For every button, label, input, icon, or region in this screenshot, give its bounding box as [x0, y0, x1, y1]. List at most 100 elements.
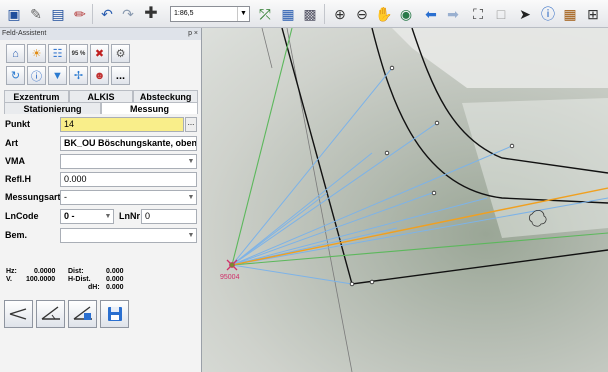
dh-label: dH: [88, 284, 100, 291]
row-bem: Bem. ▼ [4, 227, 198, 244]
scale-value: 1:86,5 [174, 10, 194, 17]
dist-value: 0.000 [106, 268, 124, 275]
back-icon[interactable]: ⬅ [421, 4, 441, 24]
tab-exzentrum[interactable]: Exzentrum [4, 90, 69, 102]
percent-badge-icon[interactable]: 95 % [69, 44, 88, 63]
tab-absteckung[interactable]: Absteckung [133, 90, 199, 102]
messungsart-select[interactable]: - ▼ [60, 190, 197, 205]
bem-select[interactable]: ▼ [60, 228, 197, 243]
save-icon[interactable]: ▣ [4, 4, 24, 24]
row-reflh: Refl.H 0.000 [4, 171, 198, 188]
filter-icon[interactable]: ▼ [48, 66, 67, 85]
row-vma: VMA ▼ [4, 153, 198, 170]
pointer-icon[interactable]: ➤ [515, 4, 535, 24]
floppy-icon [107, 307, 122, 321]
vma-label: VMA [5, 156, 25, 166]
chevron-down-icon: ▼ [187, 194, 195, 201]
measure-distance-button[interactable] [36, 300, 65, 328]
lnnr-label: LnNr [119, 211, 140, 221]
chevron-down-icon: ▼ [104, 213, 112, 220]
punkt-browse-button[interactable]: ... [185, 117, 197, 132]
more-button[interactable]: ... [111, 66, 130, 85]
layers-icon[interactable]: ▩ [300, 4, 320, 24]
zoom-in-icon[interactable]: ⊕ [330, 4, 350, 24]
save-measurement-button[interactable] [100, 300, 129, 328]
pen-icon[interactable]: ✏ [70, 4, 90, 24]
row-lncode: LnCode 0 - ▼ LnNr 0 [4, 208, 198, 225]
lnnr-input[interactable]: 0 [141, 209, 197, 224]
sync-icon[interactable]: ↻ [6, 66, 25, 85]
info-icon[interactable]: ⓘ [538, 4, 558, 24]
reflh-label: Refl.H [5, 174, 32, 184]
hdist-value: 0.000 [106, 276, 124, 283]
gray-line [261, 28, 273, 69]
measure-actions [4, 300, 129, 328]
chevron-down-icon: ▼ [237, 7, 249, 21]
scale-select[interactable]: 1:86,5 ▼ [170, 6, 250, 22]
sun-icon[interactable]: ☀ [27, 44, 46, 63]
home-icon[interactable]: ⌂ [6, 44, 25, 63]
vma-select[interactable]: ▼ [60, 154, 197, 169]
table-icon[interactable]: ▦ [560, 4, 580, 24]
measure-store-button[interactable] [68, 300, 97, 328]
zoom-out-icon[interactable]: ⊖ [352, 4, 372, 24]
v-label: V. [6, 276, 12, 283]
tabs-row-1: Exzentrum ALKIS Absteckung [4, 90, 199, 102]
rectangle-icon[interactable]: □ [491, 4, 511, 24]
document-icon[interactable]: ☷ [48, 44, 67, 63]
pan-icon[interactable]: ✋ [374, 4, 394, 24]
angle-icon [9, 308, 26, 320]
art-select[interactable]: BK_OU Böschungskante, oben [60, 136, 197, 151]
paved-area [462, 98, 608, 238]
redo-icon[interactable]: ↷ [118, 4, 138, 24]
map-canvas[interactable]: 95004 [202, 28, 608, 372]
info-icon[interactable]: ⓘ [27, 66, 46, 85]
row-art: Art BK_OU Böschungskante, oben [4, 135, 198, 152]
row-messungsart: Messungsart - ▼ [4, 189, 198, 206]
delete-icon[interactable]: ✖ [90, 44, 109, 63]
network-icon[interactable]: ✢ [69, 66, 88, 85]
hz-label: Hz: [6, 268, 17, 275]
undo-icon[interactable]: ↶ [97, 4, 117, 24]
panel-title-bar: Feld-Assistent p × [0, 28, 201, 40]
tab-stationierung[interactable]: Stationierung [4, 102, 101, 114]
reflh-input[interactable]: 0.000 [60, 172, 197, 187]
forward-icon[interactable]: ➡ [443, 4, 463, 24]
select-region-icon[interactable]: ⛶ [468, 4, 488, 24]
measure-angle-button[interactable] [4, 300, 33, 328]
messungsart-label: Messungsart [5, 192, 61, 202]
lncode-label: LnCode [5, 211, 39, 221]
map-drawing: 95004 [220, 28, 608, 372]
station-label: 95004 [220, 274, 240, 281]
edit-icon[interactable]: ✎ [26, 4, 46, 24]
tab-messung[interactable]: Messung [101, 102, 198, 114]
grid-icon[interactable]: ▦ [278, 4, 298, 24]
hz-value: 0.0000 [34, 268, 56, 275]
tab-alkis[interactable]: ALKIS [68, 90, 134, 102]
globe-icon[interactable]: ◉ [396, 4, 416, 24]
store-measure-icon [73, 306, 92, 320]
tabs-row-2: Stationierung Messung [4, 102, 198, 114]
punkt-input[interactable]: 14 [60, 117, 184, 132]
panel-title: Feld-Assistent [2, 30, 47, 37]
icon-row-2: ↻ ⓘ ▼ ✢ ☻ ... [6, 66, 130, 86]
art-label: Art [5, 138, 18, 148]
chevron-down-icon: ▼ [187, 232, 195, 239]
zoom-extent-icon[interactable]: ⊞ [583, 4, 603, 24]
v-value: 100.0000 [26, 276, 56, 283]
user-icon[interactable]: ☻ [90, 66, 109, 85]
measure-icon[interactable]: ⤱ [255, 4, 275, 24]
row-punkt: Punkt 14 ... [4, 116, 198, 133]
lncode-select[interactable]: 0 - ▼ [60, 209, 114, 224]
building-area [392, 28, 608, 88]
icon-row-1: ⌂ ☀ ☷ 95 % ✖ ⚙ [6, 44, 130, 64]
hdist-label: H-Dist. [68, 276, 91, 283]
pin-close-controls[interactable]: p × [188, 28, 198, 40]
dh-value: 0.000 [106, 284, 124, 291]
crosshair-icon[interactable]: ✚ [141, 4, 161, 24]
settings-icon[interactable]: ⚙ [111, 44, 130, 63]
save-as-icon[interactable]: ▤ [48, 4, 68, 24]
bem-label: Bem. [5, 230, 28, 240]
punkt-label: Punkt [5, 119, 31, 129]
art-value: BK_OU Böschungskante, oben [64, 138, 197, 148]
